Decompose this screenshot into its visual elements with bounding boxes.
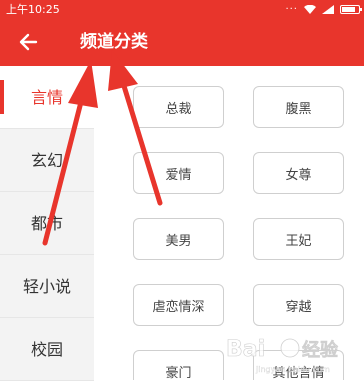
toolbar: 频道分类: [0, 19, 364, 66]
sidebar-item-xuanhuan[interactable]: 玄幻: [0, 129, 94, 192]
back-arrow-icon[interactable]: [16, 29, 42, 55]
status-time: 上午10:25: [6, 3, 60, 16]
sidebar-item-campus[interactable]: 校园: [0, 318, 94, 381]
tag-button[interactable]: 豪门: [133, 350, 224, 380]
status-icons: ···: [285, 0, 362, 19]
tag-button[interactable]: 总裁: [133, 86, 224, 128]
more-dots-icon: ···: [285, 4, 298, 15]
sidebar-item-label: 言情: [30, 88, 63, 107]
signal-icon: [322, 5, 334, 14]
tag-button[interactable]: 腹黑: [253, 86, 344, 128]
tag-button[interactable]: 虐恋情深: [133, 284, 224, 326]
sidebar-item-light-novel[interactable]: 轻小说: [0, 255, 94, 318]
sidebar-item-label: 校园: [30, 340, 63, 359]
sidebar-item-dushi[interactable]: 都市: [0, 192, 94, 255]
sidebar-item-label: 轻小说: [22, 277, 71, 296]
sidebar-item-label: 都市: [30, 214, 63, 233]
tag-button[interactable]: 其他言情: [253, 350, 344, 380]
page-title: 频道分类: [80, 32, 148, 52]
tag-button[interactable]: 王妃: [253, 218, 344, 260]
wifi-icon: [304, 5, 316, 14]
battery-icon: [340, 5, 362, 14]
sidebar-item-label: 玄幻: [30, 151, 63, 170]
category-sidebar: 言情 玄幻 都市 轻小说 校园: [0, 66, 94, 381]
sidebar-item-yanqing[interactable]: 言情: [0, 66, 94, 129]
tag-button[interactable]: 女尊: [253, 152, 344, 194]
tag-button[interactable]: 爱情: [133, 152, 224, 194]
tag-button[interactable]: 美男: [133, 218, 224, 260]
tag-button[interactable]: 穿越: [253, 284, 344, 326]
subcategory-grid: 总裁 腹黑 爱情 女尊 美男 王妃 虐恋情深 穿越 豪门 其他言情: [94, 66, 364, 380]
status-bar: 上午10:25 ···: [0, 0, 364, 19]
